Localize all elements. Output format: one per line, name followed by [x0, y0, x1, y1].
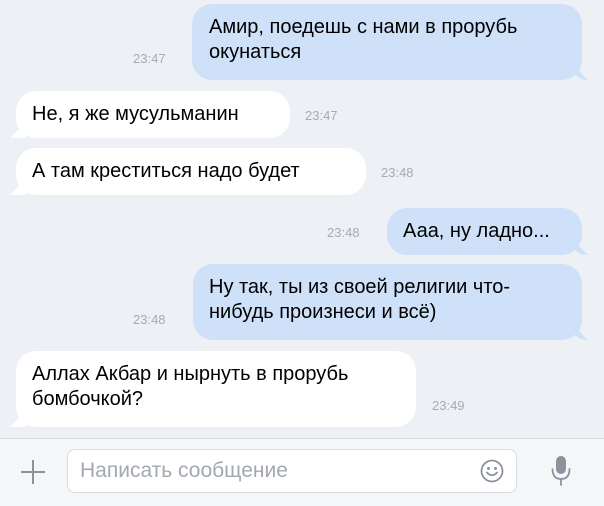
message-bubble-incoming[interactable]: Не, я же мусульманин — [16, 91, 290, 138]
message-timestamp: 23:48 — [133, 312, 166, 327]
message-timestamp: 23:47 — [133, 51, 166, 66]
chat-history: Амир, поедешь с нами в прорубь окунаться… — [0, 0, 604, 438]
microphone-icon[interactable] — [549, 454, 573, 488]
message-bubble-outgoing[interactable]: Ааа, ну ладно... — [387, 208, 582, 255]
message-bubble-outgoing[interactable]: Амир, поедешь с нами в прорубь окунаться — [192, 4, 582, 80]
message-bubble-incoming[interactable]: Аллах Акбар и нырнуть в прорубь бомбочко… — [16, 351, 416, 427]
message-timestamp: 23:49 — [432, 398, 465, 413]
message-timestamp: 23:47 — [305, 108, 338, 123]
message-composer — [0, 438, 604, 506]
message-timestamp: 23:48 — [381, 165, 414, 180]
message-bubble-incoming[interactable]: А там креститься надо будет — [16, 148, 366, 195]
message-bubble-outgoing[interactable]: Ну так, ты из своей религии что- нибудь … — [193, 264, 582, 340]
message-input[interactable] — [68, 450, 480, 492]
message-input-box — [67, 449, 517, 493]
smiley-icon[interactable] — [480, 459, 504, 483]
plus-icon[interactable] — [18, 457, 48, 487]
message-timestamp: 23:48 — [327, 225, 360, 240]
